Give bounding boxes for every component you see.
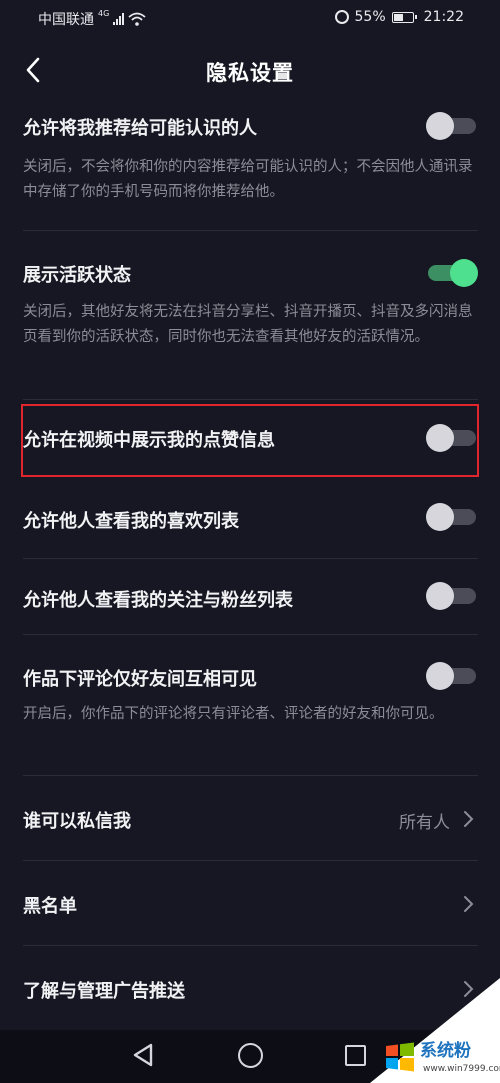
toggle-follow-list[interactable] <box>426 582 478 610</box>
chevron-right-icon[interactable] <box>462 810 476 828</box>
toggle-comments-friends[interactable] <box>426 662 478 690</box>
alarm-icon <box>334 10 349 24</box>
setting-title-like-list: 允许他人查看我的喜欢列表 <box>23 511 239 532</box>
row-value-message: 所有人 <box>399 813 450 833</box>
signal-icon <box>113 13 125 25</box>
setting-desc-recommend: 关闭后，不会将你和你的内容推荐给可能认识的人；不会因他人通讯录中存储了你的手机号… <box>23 159 473 200</box>
divider <box>23 860 478 861</box>
chevron-right-icon[interactable] <box>462 895 476 913</box>
divider <box>23 775 478 776</box>
divider <box>23 945 478 946</box>
divider <box>23 399 478 400</box>
row-title-blacklist[interactable]: 黑名单 <box>23 892 77 918</box>
divider <box>23 634 478 635</box>
divider <box>23 230 478 231</box>
clock: 21:22 <box>423 9 464 25</box>
divider <box>23 558 478 559</box>
battery-percent: 55% <box>354 9 386 25</box>
network-type: 4G <box>98 8 110 18</box>
row-title-ads[interactable]: 了解与管理广告推送 <box>23 977 185 1003</box>
toggle-show-likes[interactable] <box>426 424 478 452</box>
triangle-back-icon[interactable] <box>131 1042 155 1068</box>
setting-desc-active-status: 关闭后，其他好友将无法在抖音分享栏、抖音开播页、抖音及多闪消息页看到你的活跃状态… <box>23 304 473 345</box>
windows-logo-icon <box>386 1042 414 1072</box>
square-recent-icon[interactable] <box>345 1045 366 1066</box>
carrier-name: 中国联通 <box>38 12 94 28</box>
toggle-active-status[interactable] <box>426 259 478 287</box>
status-right: 55% 21:22 <box>334 9 464 25</box>
setting-title-show-likes: 允许在视频中展示我的点赞信息 <box>23 430 275 451</box>
watermark: 系统粉 www.win7999.com <box>370 978 500 1083</box>
setting-title-active-status: 展示活跃状态 <box>23 265 131 286</box>
toggle-like-list[interactable] <box>426 503 478 531</box>
header: 隐私设置 <box>0 44 500 98</box>
status-bar: 中国联通 4G 55% 21:22 <box>0 0 500 36</box>
setting-desc-comments-friends: 开启后，你作品下的评论将只有评论者、评论者的好友和你可见。 <box>23 706 444 722</box>
page-title: 隐私设置 <box>206 61 294 85</box>
battery-icon <box>391 11 417 23</box>
status-left: 中国联通 4G <box>38 9 146 29</box>
setting-title-recommend: 允许将我推荐给可能认识的人 <box>23 118 257 139</box>
toggle-recommend[interactable] <box>426 112 478 140</box>
setting-title-follow-list: 允许他人查看我的关注与粉丝列表 <box>23 590 293 611</box>
wifi-icon <box>128 12 146 26</box>
circle-home-icon[interactable] <box>238 1043 263 1068</box>
watermark-url: www.win7999.com <box>423 1064 500 1074</box>
watermark-text: 系统粉 <box>420 1041 471 1061</box>
row-title-message[interactable]: 谁可以私信我 <box>23 807 131 833</box>
battery-fill <box>393 13 403 21</box>
setting-title-comments-friends: 作品下评论仅好友间互相可见 <box>23 669 257 690</box>
